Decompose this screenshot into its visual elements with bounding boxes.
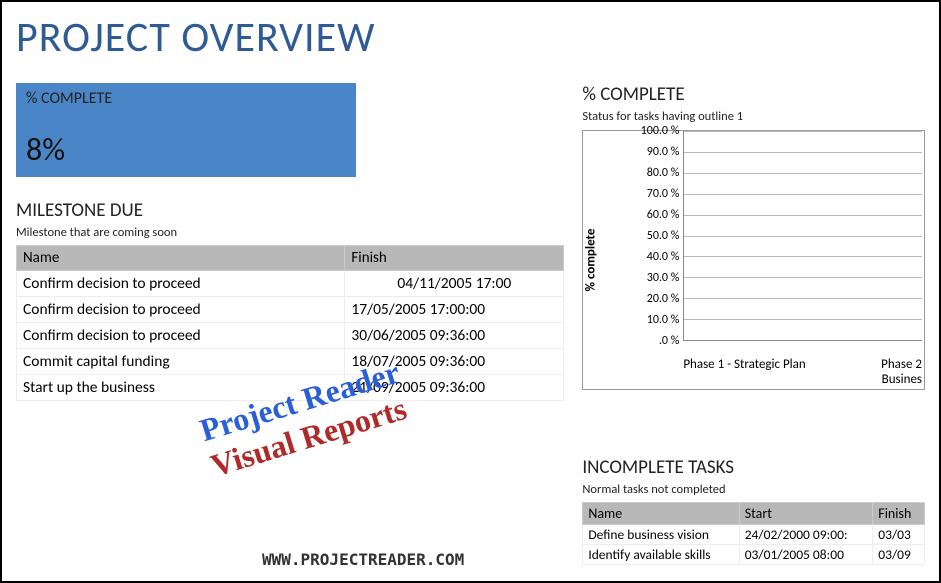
chart-gridline bbox=[684, 152, 922, 153]
chart-gridline bbox=[684, 215, 922, 216]
incomplete-cell-name: Define business vision bbox=[583, 525, 739, 545]
percent-complete-box: % COMPLETE 8% bbox=[16, 83, 356, 177]
chart-y-tick: 70.0 % bbox=[623, 187, 679, 201]
chart-y-tick: 10.0 % bbox=[623, 313, 679, 327]
chart-y-tick: 50.0 % bbox=[623, 229, 679, 243]
milestone-title: MILESTONE DUE bbox=[16, 199, 564, 222]
table-row: Start up the business21/09/2005 09:36:00 bbox=[17, 375, 564, 401]
milestone-cell-finish: 30/06/2005 09:36:00 bbox=[345, 323, 564, 349]
right-column: % COMPLETE Status for tasks having outli… bbox=[582, 83, 925, 565]
milestone-cell-name: Commit capital funding bbox=[17, 349, 345, 375]
incomplete-table: Name Start Finish Define business vision… bbox=[582, 502, 925, 565]
table-row: Commit capital funding18/07/2005 09:36:0… bbox=[17, 349, 564, 375]
chart-gridline bbox=[684, 131, 922, 132]
chart-gridline bbox=[684, 340, 922, 341]
incomplete-subtitle: Normal tasks not completed bbox=[582, 482, 925, 497]
chart-x-label: Phase 2Busines bbox=[806, 357, 922, 387]
incomplete-cell-start: 03/01/2005 08:00 bbox=[739, 545, 873, 565]
chart-gridline bbox=[684, 194, 922, 195]
page-title: PROJECT OVERVIEW bbox=[16, 12, 925, 63]
chart-y-tick: .0 % bbox=[623, 334, 679, 348]
table-row: Confirm decision to proceed30/06/2005 09… bbox=[17, 323, 564, 349]
milestone-cell-finish: 18/07/2005 09:36:00 bbox=[345, 349, 564, 375]
chart-gridline bbox=[684, 277, 922, 278]
incomplete-cell-finish: 03/09 bbox=[873, 545, 925, 565]
milestone-table: Name Finish Confirm decision to proceed0… bbox=[16, 245, 564, 401]
chart-y-tick: 60.0 % bbox=[623, 208, 679, 222]
milestone-cell-name: Confirm decision to proceed bbox=[17, 323, 345, 349]
milestone-header-name: Name bbox=[17, 246, 345, 271]
milestone-cell-name: Start up the business bbox=[17, 375, 345, 401]
milestone-cell-finish: 17/05/2005 17:00:00 bbox=[345, 297, 564, 323]
chart-gridline bbox=[684, 236, 922, 237]
chart-y-axis-label: % complete bbox=[584, 229, 599, 292]
chart-gridline bbox=[684, 298, 922, 299]
footer-url: WWW.PROJECTREADER.COM bbox=[262, 550, 464, 569]
incomplete-header-start: Start bbox=[739, 503, 873, 525]
table-row: Identify available skills03/01/2005 08:0… bbox=[583, 545, 925, 565]
chart-y-tick: 30.0 % bbox=[623, 271, 679, 285]
milestone-subtitle: Milestone that are coming soon bbox=[16, 225, 564, 240]
incomplete-cell-start: 24/02/2000 09:00: bbox=[739, 525, 873, 545]
milestone-cell-finish: 21/09/2005 09:36:00 bbox=[345, 375, 564, 401]
chart-x-label: Phase 1 - Strategic Plan bbox=[683, 357, 805, 387]
milestone-cell-finish: 04/11/2005 17:00 bbox=[345, 271, 564, 297]
incomplete-title: INCOMPLETE TASKS bbox=[582, 456, 925, 479]
left-column: % COMPLETE 8% MILESTONE DUE Milestone th… bbox=[16, 83, 564, 565]
incomplete-cell-name: Identify available skills bbox=[583, 545, 739, 565]
chart-title: % COMPLETE bbox=[582, 83, 925, 106]
milestone-header-finish: Finish bbox=[345, 246, 564, 271]
milestone-cell-name: Confirm decision to proceed bbox=[17, 271, 345, 297]
table-row: Confirm decision to proceed04/11/2005 17… bbox=[17, 271, 564, 297]
milestone-cell-name: Confirm decision to proceed bbox=[17, 297, 345, 323]
chart-y-tick: 80.0 % bbox=[623, 166, 679, 180]
chart-gridline bbox=[684, 319, 922, 320]
chart-gridline bbox=[684, 256, 922, 257]
chart-y-tick: 40.0 % bbox=[623, 250, 679, 264]
chart-y-tick: 90.0 % bbox=[623, 145, 679, 159]
chart-container: % complete 100.0 %90.0 %80.0 %70.0 %60.0… bbox=[582, 130, 925, 390]
table-row: Confirm decision to proceed17/05/2005 17… bbox=[17, 297, 564, 323]
chart-y-tick: 20.0 % bbox=[623, 292, 679, 306]
incomplete-header-name: Name bbox=[583, 503, 739, 525]
chart-subtitle: Status for tasks having outline 1 bbox=[582, 109, 925, 124]
incomplete-cell-finish: 03/03 bbox=[873, 525, 925, 545]
chart-gridline bbox=[684, 173, 922, 174]
percent-complete-value: 8% bbox=[26, 130, 346, 169]
percent-complete-label: % COMPLETE bbox=[26, 89, 346, 108]
chart-y-tick: 100.0 % bbox=[623, 124, 679, 138]
incomplete-header-finish: Finish bbox=[873, 503, 925, 525]
table-row: Define business vision24/02/2000 09:00:0… bbox=[583, 525, 925, 545]
